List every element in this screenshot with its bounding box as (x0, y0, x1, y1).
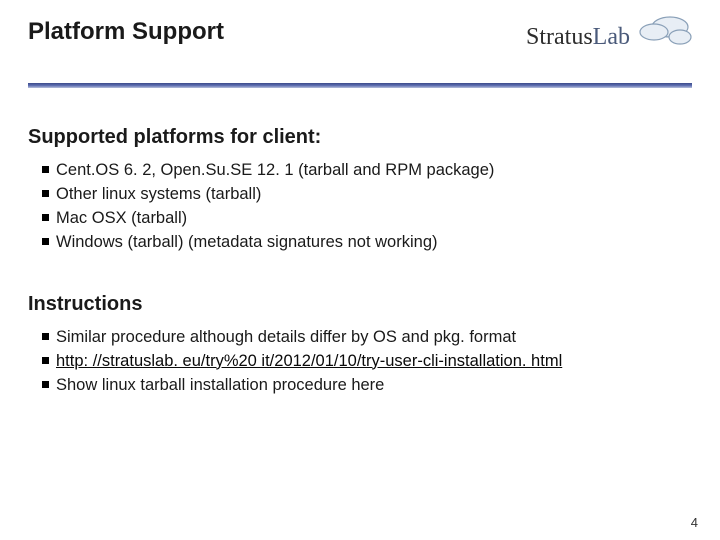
section-supported-platforms: Supported platforms for client: Cent.OS … (0, 126, 720, 255)
installation-link[interactable]: http: //stratuslab. eu/try%20 it/2012/01… (56, 352, 562, 370)
list-item: Other linux systems (tarball) (42, 183, 692, 207)
list-item: http: //stratuslab. eu/try%20 it/2012/01… (42, 350, 692, 374)
section-heading: Instructions (28, 293, 692, 316)
header-divider (28, 83, 692, 88)
list-item: Cent.OS 6. 2, Open.Su.SE 12. 1 (tarball … (42, 159, 692, 183)
list-item: Show linux tarball installation procedur… (42, 374, 692, 398)
slide-title: Platform Support (28, 18, 224, 46)
page-number: 4 (691, 515, 698, 530)
list-item: Similar procedure although details diffe… (42, 326, 692, 350)
stratuslab-logo: StratusLab (522, 12, 692, 67)
svg-text:StratusLab: StratusLab (526, 24, 630, 50)
bullet-list: Cent.OS 6. 2, Open.Su.SE 12. 1 (tarball … (28, 159, 692, 255)
bullet-list: Similar procedure although details diffe… (28, 326, 692, 398)
section-heading: Supported platforms for client: (28, 126, 692, 149)
section-instructions: Instructions Similar procedure although … (0, 293, 720, 398)
list-item: Mac OSX (tarball) (42, 207, 692, 231)
slide-header: Platform Support StratusLab (0, 0, 720, 73)
list-item: Windows (tarball) (metadata signatures n… (42, 231, 692, 255)
